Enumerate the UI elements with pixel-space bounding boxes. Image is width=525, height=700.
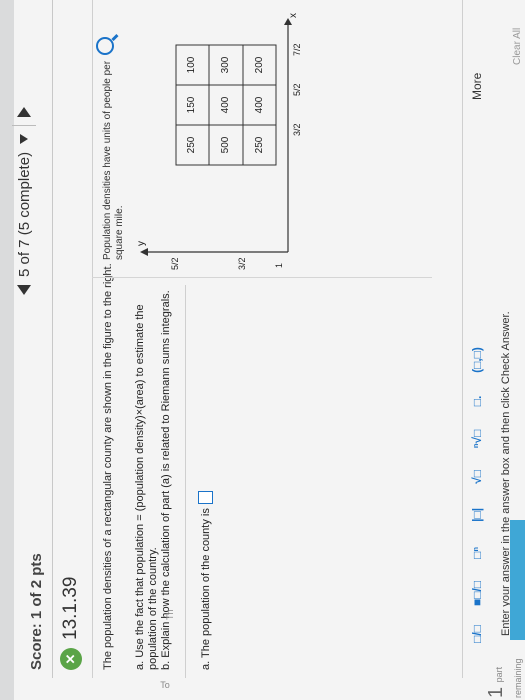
question-position[interactable]: 5 of 7 (5 complete)	[16, 152, 33, 277]
chevron-down-icon[interactable]	[20, 133, 28, 144]
side-label-th: Th	[165, 609, 175, 620]
x-tick-2: 5/2	[292, 83, 302, 96]
question-intro: The population densities of a rectangula…	[102, 263, 114, 670]
density-figure: x y 3/2 5/2 7/2 1 3/2 5/2 250 150 100 50…	[128, 10, 448, 270]
grid-cell: 300	[220, 56, 231, 74]
zoom-icon-handle	[111, 33, 119, 42]
square-root-tool[interactable]: √□	[470, 467, 484, 487]
grid-cell: 400	[220, 96, 231, 114]
x-tick-3: 7/2	[292, 43, 302, 56]
incorrect-check-icon: ✕	[60, 648, 82, 670]
parts-remaining-count: 1	[485, 686, 507, 698]
question-number: 13.1.39	[60, 576, 81, 640]
grid-cell: 100	[186, 56, 197, 74]
question-nav: 5 of 7 (5 complete)	[6, 106, 42, 295]
grid-cell: 500	[220, 136, 231, 154]
figure-note: Population densities have units of peopl…	[102, 60, 125, 260]
parts-remaining: 1 part remaining	[485, 638, 525, 698]
nav-divider	[12, 124, 36, 126]
figure-axes	[140, 18, 292, 256]
ordered-pair-tool[interactable]: (□,□)	[470, 347, 484, 373]
grid-cell: 250	[254, 136, 265, 154]
y-axis-label: y	[136, 241, 147, 246]
mixed-number-tool[interactable]: ■□/□	[470, 581, 484, 606]
absolute-value-tool[interactable]: |□|	[470, 505, 484, 525]
panel-divider	[92, 277, 432, 278]
fraction-tool[interactable]: □/□	[470, 624, 484, 644]
y-tick-3: 5/2	[170, 257, 180, 270]
page: Score: 1 of 2 pts 5 of 7 (5 complete) ✕ …	[0, 0, 525, 700]
score-value: 1 of 2 pts	[28, 553, 45, 620]
grid-cell: 200	[254, 56, 265, 74]
toolbar-divider	[462, 0, 463, 678]
question-id: ✕ 13.1.39	[60, 577, 82, 670]
side-label-to: To	[160, 680, 170, 691]
answer-row: a. The population of the county is	[198, 491, 213, 670]
next-question-icon[interactable]	[17, 106, 31, 117]
previous-question-icon[interactable]	[17, 285, 31, 295]
x-axis-arrow	[284, 18, 292, 25]
x-axis-label: x	[288, 13, 299, 18]
header-divider	[52, 0, 53, 678]
more-button[interactable]: More	[470, 73, 484, 100]
score: Score: 1 of 2 pts	[28, 553, 45, 670]
grid-cell: 250	[186, 136, 197, 154]
answer-prompt: a. The population of the county is	[199, 508, 212, 670]
math-toolbar: □/□ ■□/□ □ⁿ |□| √□ ⁿ√□ □. (□,□)	[470, 347, 484, 644]
parts-divider	[185, 285, 186, 678]
score-label: Score:	[28, 623, 45, 670]
grid-cell: 400	[254, 96, 265, 114]
part-a-text: a. Use the fact that population = (popul…	[134, 304, 159, 670]
decimal-tool[interactable]: □.	[470, 391, 484, 411]
window-edge	[0, 0, 14, 700]
check-answer-bar[interactable]	[510, 520, 525, 640]
y-axis-arrow	[140, 248, 148, 256]
y-tick-1: 1	[274, 262, 284, 268]
exponent-tool[interactable]: □ⁿ	[470, 543, 484, 563]
clear-all-button[interactable]: Clear All	[512, 28, 523, 65]
answer-input[interactable]	[198, 491, 213, 505]
x-tick-1: 3/2	[292, 123, 302, 136]
question-divider	[92, 0, 93, 678]
grid-cell: 150	[186, 96, 197, 114]
y-tick-2: 3/2	[237, 257, 247, 270]
nth-root-tool[interactable]: ⁿ√□	[470, 429, 484, 449]
